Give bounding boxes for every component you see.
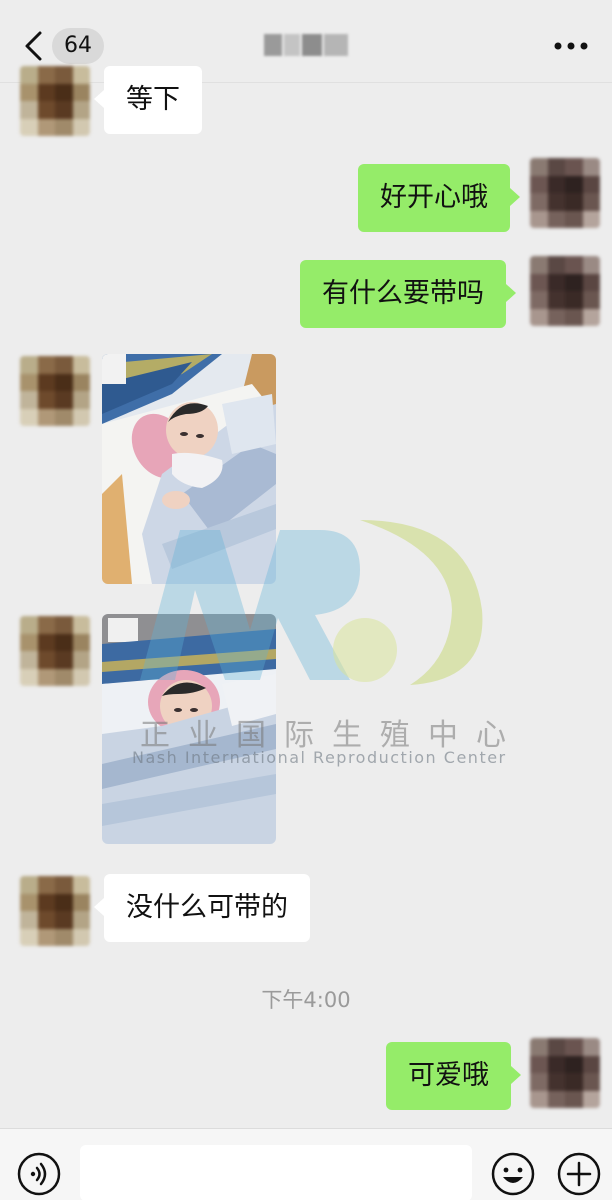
message-text: 等下: [126, 84, 180, 115]
chat-title-obscured: [258, 26, 354, 62]
message-bubble-sent[interactable]: 有什么要带吗: [300, 260, 516, 328]
chevron-left-icon: [25, 31, 42, 61]
more-options-icon[interactable]: [550, 26, 592, 66]
chat-screen: 64 等下 好开心哦 有什么要带吗 没什么可带的 下午4:00 可爱哦 正业国际…: [0, 0, 612, 1200]
voice-icon[interactable]: [16, 1151, 62, 1197]
plus-icon[interactable]: [556, 1151, 602, 1197]
emoji-icon[interactable]: [490, 1151, 536, 1197]
contact-avatar[interactable]: [20, 356, 90, 426]
watermark-english-text: Nash International Reproduction Center: [132, 748, 507, 767]
chat-header: 64: [0, 0, 612, 83]
back-button[interactable]: 64: [22, 24, 114, 68]
self-avatar[interactable]: [530, 1038, 600, 1108]
unread-count-badge: 64: [52, 28, 104, 64]
message-bubble-sent[interactable]: 好开心哦: [358, 164, 520, 232]
message-photo[interactable]: [102, 354, 276, 584]
message-bubble-received[interactable]: 等下: [94, 66, 202, 134]
message-text: 没什么可带的: [126, 892, 288, 923]
self-avatar[interactable]: [530, 158, 600, 228]
self-avatar[interactable]: [530, 256, 600, 326]
message-bubble-sent[interactable]: 可爱哦: [386, 1042, 521, 1110]
contact-avatar[interactable]: [20, 876, 90, 946]
message-timestamp: 下午4:00: [261, 988, 351, 1012]
message-text: 好开心哦: [380, 182, 488, 213]
message-text-input[interactable]: [80, 1145, 472, 1200]
message-text: 有什么要带吗: [322, 278, 484, 309]
contact-avatar[interactable]: [20, 616, 90, 686]
baby-photo-image: [102, 354, 276, 584]
contact-avatar[interactable]: [20, 66, 90, 136]
message-bubble-received[interactable]: 没什么可带的: [94, 874, 310, 942]
message-text: 可爱哦: [408, 1060, 489, 1091]
message-input-bar: [0, 1128, 612, 1200]
